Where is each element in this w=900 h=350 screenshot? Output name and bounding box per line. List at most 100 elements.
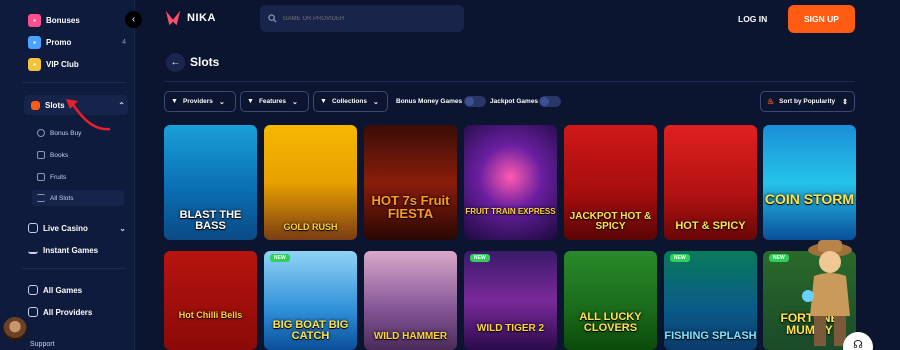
sidebar-item-live-casino[interactable]: Live Casino ⌄ (28, 219, 126, 237)
filter-icon: ▼ (171, 98, 178, 105)
filter-icon: ▼ (320, 98, 327, 105)
game-title: COIN STORM (764, 191, 855, 207)
page-title: Slots (190, 55, 220, 69)
game-title: GOLD RUSH (283, 222, 338, 232)
game-tile[interactable]: GOLD RUSH (264, 125, 357, 240)
new-badge: NEW (270, 254, 290, 262)
game-tile[interactable]: COIN STORM (763, 125, 856, 240)
headset-icon: ☊ (853, 339, 863, 350)
sidebar-subitem-label: Bonus Buy (50, 129, 82, 137)
list-icon (37, 194, 45, 202)
sidebar-item-bonuses[interactable]: ▪ Bonuses (28, 11, 126, 29)
game-title: Hot Chilli Bells (178, 310, 243, 320)
game-title: ALL LUCKY CLOVERS (579, 311, 642, 334)
sidebar-item-label: Promo (46, 37, 72, 47)
sidebar-subitem-fruits[interactable]: Fruits (37, 169, 125, 185)
bonus-money-toggle[interactable] (464, 96, 486, 107)
chart-icon (28, 246, 38, 254)
promo-count: 4 (122, 38, 126, 46)
chevron-up-icon: ⌃ (118, 100, 125, 110)
filter-label: Features (258, 98, 287, 105)
sidebar-item-all-providers[interactable]: All Providers (28, 303, 126, 321)
game-tile[interactable]: Hot Chilli Bells (164, 251, 257, 350)
search-input[interactable] (283, 15, 453, 22)
sort-label: Sort by Popularity (779, 98, 836, 105)
game-tile[interactable]: ALL LUCKY CLOVERS (564, 251, 657, 350)
sidebar-subitem-bonus-buy[interactable]: Bonus Buy (37, 125, 125, 141)
login-button[interactable]: LOG IN (738, 14, 767, 24)
sidebar-item-label: Live Casino (43, 223, 88, 233)
features-filter[interactable]: ▼ Features ⌄ (240, 91, 309, 112)
sidebar-item-all-games[interactable]: All Games (28, 281, 126, 299)
sidebar-subitem-label: Fruits (50, 173, 67, 181)
arrow-left-icon: ← (170, 57, 181, 68)
game-tile[interactable]: FRUIT TRAIN EXPRESS (464, 125, 557, 240)
game-tile[interactable]: NEW FISHING SPLASH (664, 251, 757, 350)
sort-arrows-icon: ⇕ (842, 98, 848, 106)
game-tile[interactable]: BLAST THE BASS (164, 125, 257, 240)
chevron-down-icon: ⌄ (292, 98, 298, 106)
logo[interactable]: NIKA (164, 9, 216, 27)
slot-machine-icon (31, 100, 40, 110)
game-tile[interactable]: NEW WILD TIGER 2 (464, 251, 557, 350)
title-divider (164, 81, 855, 82)
sidebar-divider (22, 268, 126, 269)
grid-icon (28, 285, 38, 295)
game-title: HOT & SPICY (675, 220, 746, 232)
chevron-down-icon: ⌄ (372, 98, 379, 106)
game-title: BLAST THE BASS (179, 209, 242, 232)
sidebar-item-label: VIP Club (46, 59, 79, 69)
sidebar-item-promo[interactable]: ▪ Promo 4 (28, 33, 126, 51)
sidebar-item-label: Bonuses (46, 15, 80, 25)
sidebar-item-instant-games[interactable]: Instant Games (28, 241, 126, 259)
fruit-icon (37, 173, 45, 181)
sidebar-item-label: All Providers (43, 307, 93, 317)
sidebar-subitem-label: Books (50, 151, 69, 159)
chevron-down-icon: ⌄ (119, 223, 126, 233)
game-tile[interactable]: HOT 7s Fruit FIESTA (364, 125, 457, 240)
game-title: JACKPOT HOT & SPICY (569, 211, 652, 232)
book-icon (37, 151, 45, 159)
live-icon (28, 223, 38, 233)
providers-filter[interactable]: ▼ Providers ⌄ (164, 91, 236, 112)
sidebar-subitem-books[interactable]: Books (37, 147, 125, 163)
search-icon (268, 14, 277, 23)
jackpot-toggle[interactable] (539, 96, 561, 107)
sidebar-divider (22, 82, 126, 83)
sidebar-item-label: Instant Games (43, 245, 99, 255)
game-tile[interactable]: HOT & SPICY (664, 125, 757, 240)
filter-label: Providers (182, 98, 213, 105)
signup-button[interactable]: SIGN UP (788, 5, 855, 33)
crown-icon: ▪ (28, 57, 41, 71)
chevron-down-icon: ⌄ (218, 98, 225, 106)
game-tile[interactable]: WILD HAMMER (364, 251, 457, 350)
nika-logo-icon (165, 10, 181, 26)
chat-support-button[interactable]: ☊ (843, 332, 873, 350)
filter-label: Collections (331, 98, 367, 105)
support-link[interactable]: Support (30, 341, 55, 348)
back-button[interactable]: ← (166, 53, 185, 72)
avatar[interactable] (3, 317, 27, 341)
providers-icon (28, 307, 38, 317)
game-tile[interactable]: NEW BIG BOAT BIG CATCH (264, 251, 357, 350)
filter-icon: ▼ (247, 98, 254, 105)
search-bar[interactable] (260, 5, 464, 32)
fire-icon: ♨ (767, 97, 775, 106)
new-badge: NEW (470, 254, 490, 262)
game-title: BIG BOAT BIG CATCH (272, 319, 349, 342)
logo-text: NIKA (187, 12, 216, 24)
chevron-left-icon: ‹ (131, 14, 136, 25)
sidebar-item-vip-club[interactable]: ▪ VIP Club (28, 55, 126, 73)
sort-dropdown[interactable]: ♨ Sort by Popularity ⇕ (760, 91, 855, 112)
game-tile[interactable]: JACKPOT HOT & SPICY (564, 125, 657, 240)
gift-icon: ▪ (28, 13, 41, 27)
sidebar-item-label: All Games (43, 285, 83, 295)
collapse-sidebar-button[interactable]: ‹ (125, 11, 142, 28)
game-title: FRUIT TRAIN EXPRESS (465, 207, 556, 216)
promo-icon: ▪ (28, 35, 41, 49)
collections-filter[interactable]: ▼ Collections ⌄ (313, 91, 388, 112)
game-title: FISHING SPLASH (664, 330, 757, 342)
sidebar-subitem-all-slots[interactable]: All Slots (32, 190, 124, 206)
new-badge: NEW (670, 254, 690, 262)
sidebar-subitem-label: All Slots (50, 194, 74, 202)
